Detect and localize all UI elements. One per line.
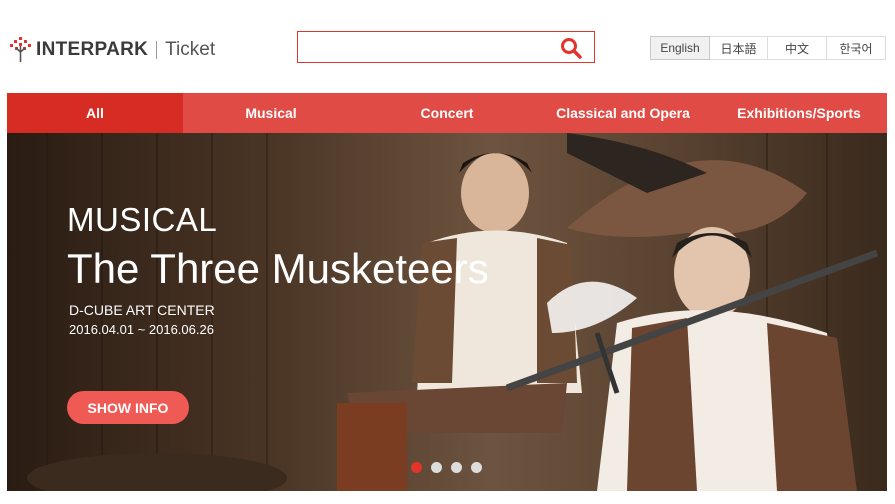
logo-brand-text: INTERPARK	[36, 39, 149, 60]
carousel-dot-2[interactable]	[431, 462, 442, 473]
category-nav: All Musical Concert Classical and Opera …	[7, 93, 887, 133]
carousel-pagination	[411, 462, 491, 473]
search-box	[297, 31, 595, 63]
tree-logo-icon	[10, 37, 31, 62]
tab-musical[interactable]: Musical	[183, 93, 359, 133]
tab-classical-opera[interactable]: Classical and Opera	[535, 93, 711, 133]
tab-concert[interactable]: Concert	[359, 93, 535, 133]
hero-venue: D-CUBE ART CENTER	[69, 302, 215, 318]
carousel-dot-4[interactable]	[471, 462, 482, 473]
search-input[interactable]	[306, 33, 550, 63]
hero-category: MUSICAL	[67, 201, 218, 238]
search-icon[interactable]	[560, 37, 582, 59]
logo-divider	[156, 41, 158, 59]
hero-title: The Three Musketeers	[67, 245, 489, 292]
carousel-dot-1[interactable]	[411, 462, 422, 473]
show-info-button[interactable]: SHOW INFO	[67, 391, 189, 424]
tab-all[interactable]: All	[7, 93, 183, 133]
language-selector: English 日本語 中文 한국어	[650, 36, 886, 60]
logo-sub-text: Ticket	[165, 39, 216, 60]
lang-english[interactable]: English	[650, 36, 710, 60]
carousel-dot-3[interactable]	[451, 462, 462, 473]
hero-banner[interactable]: MUSICAL The Three Musketeers D-CUBE ART …	[7, 133, 887, 491]
lang-korean[interactable]: 한국어	[827, 36, 886, 60]
tab-exhibitions-sports[interactable]: Exhibitions/Sports	[711, 93, 887, 133]
lang-chinese[interactable]: 中文	[768, 36, 827, 60]
site-logo[interactable]: INTERPARK Ticket	[8, 34, 215, 66]
hero-dates: 2016.04.01 ~ 2016.06.26	[69, 322, 214, 337]
lang-japanese[interactable]: 日本語	[710, 36, 768, 60]
